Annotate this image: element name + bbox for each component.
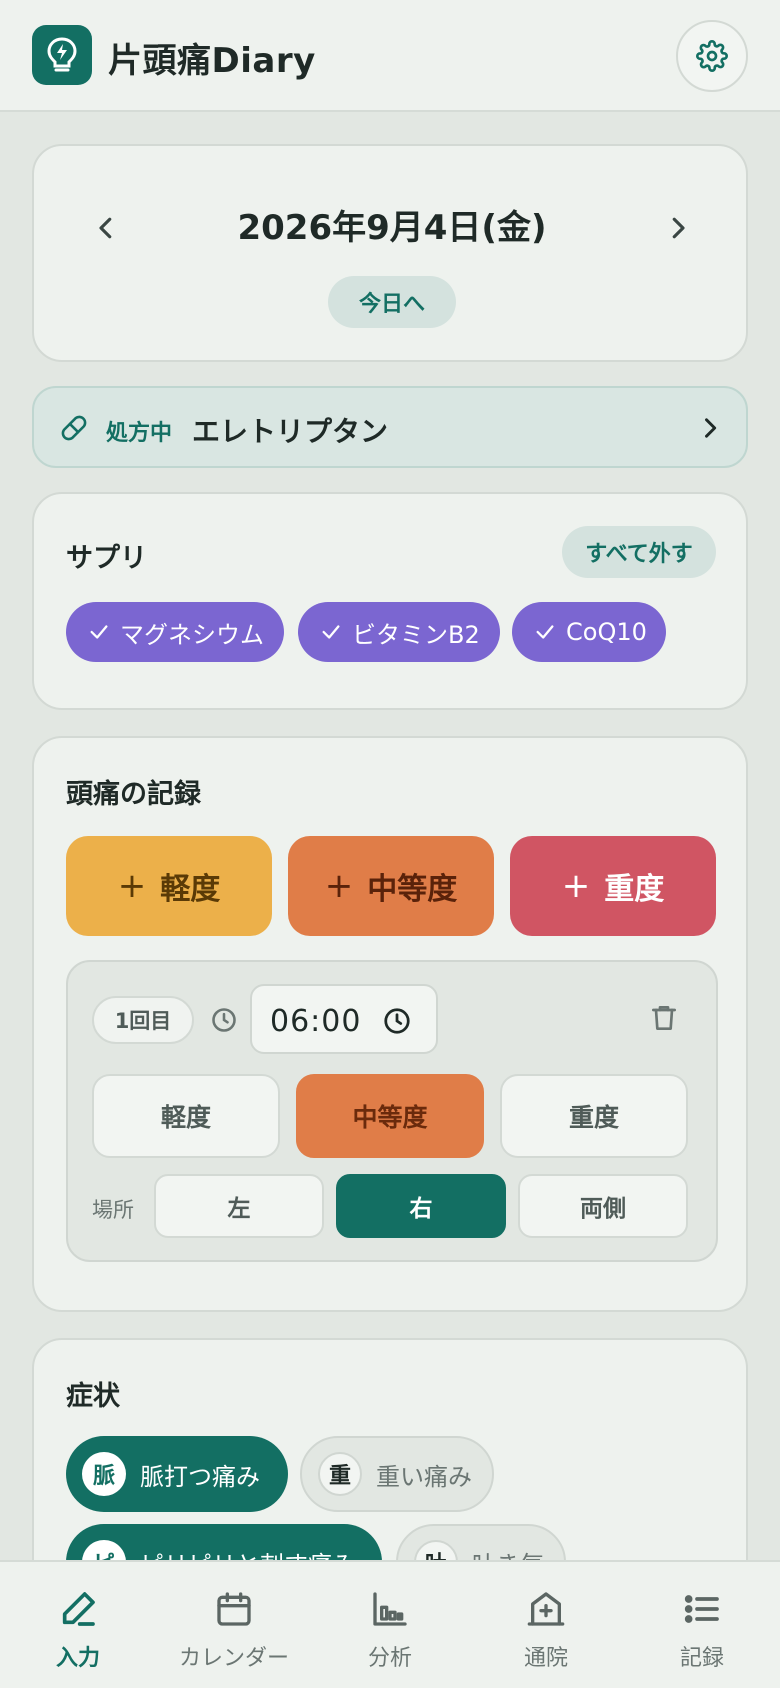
symptom-label: 脈打つ痛み [140, 1462, 260, 1491]
clear-all-supplements-button[interactable]: すべて外す [562, 526, 716, 578]
pill-icon [61, 415, 87, 441]
hospital-icon [527, 1592, 565, 1626]
app-logo [32, 25, 92, 85]
nav-label: 分析 [367, 1646, 412, 1671]
pencil-icon [62, 1592, 95, 1626]
gear-icon [696, 40, 728, 72]
check-icon [88, 621, 110, 643]
nav-records[interactable]: 記録 [624, 1562, 780, 1688]
nav-label: 入力 [55, 1646, 100, 1671]
calendar-icon [217, 1592, 251, 1626]
location-option-right[interactable]: 右 [336, 1174, 506, 1238]
add-button-label: 重度 [604, 872, 665, 907]
app-title: 片頭痛Diary [108, 41, 316, 81]
list-icon [684, 1595, 719, 1623]
plus-icon: + [117, 866, 147, 906]
lightbulb-bolt-icon [47, 37, 77, 72]
next-day-button[interactable] [648, 198, 708, 258]
prescription-drug-name: エレトリプタン [192, 415, 389, 448]
chevron-right-icon [705, 418, 717, 438]
location-option-both[interactable]: 両側 [518, 1174, 688, 1238]
bar-chart-icon [373, 1592, 407, 1626]
nav-hospital[interactable]: 通院 [468, 1562, 624, 1688]
add-button-label: 中等度 [367, 872, 458, 907]
supplements-title: サプリ [66, 543, 147, 574]
headache-record-card: 頭痛の記録 + 軽度 + 中等度 + 重度 1回目 06:00 軽度 中等度 重… [32, 736, 748, 1312]
headache-episode: 1回目 06:00 軽度 中等度 重度 場所 左 右 両側 [66, 960, 718, 1262]
add-severe-headache-button[interactable]: + 重度 [510, 836, 716, 936]
nav-label: 通院 [523, 1646, 568, 1671]
severity-option-mild[interactable]: 軽度 [92, 1074, 280, 1158]
clock-icon [212, 1008, 236, 1032]
severity-option-moderate[interactable]: 中等度 [296, 1074, 484, 1158]
app-header: 片頭痛Diary [0, 0, 780, 112]
symptom-chip[interactable]: 重 重い痛み [300, 1436, 494, 1512]
supplement-label: マグネシウム [120, 620, 264, 649]
supplement-chip[interactable]: マグネシウム [66, 602, 284, 662]
symptom-kanji-badge: 脈 [82, 1452, 126, 1496]
add-moderate-headache-button[interactable]: + 中等度 [288, 836, 494, 936]
episode-time-input[interactable]: 06:00 [250, 984, 438, 1054]
nav-analysis[interactable]: 分析 [312, 1562, 468, 1688]
episode-count-badge: 1回目 [92, 996, 194, 1044]
check-icon [534, 621, 556, 643]
current-date: 2026年9月4日(金) [237, 208, 547, 248]
prescription-tag: 処方中 [106, 421, 173, 446]
chevron-right-icon [672, 217, 685, 239]
today-button[interactable]: 今日へ [328, 276, 456, 328]
check-icon [320, 621, 342, 643]
severity-option-severe[interactable]: 重度 [500, 1074, 688, 1158]
add-button-label: 軽度 [160, 872, 221, 907]
symptoms-title: 症状 [66, 1381, 120, 1412]
bottom-navigation: 入力 カレンダー 分析 通院 記録 [0, 1560, 780, 1688]
supplements-card: サプリ すべて外す マグネシウム ビタミンB2 CoQ10 [32, 492, 748, 710]
plus-icon: + [561, 866, 591, 906]
clock-icon [384, 1008, 410, 1034]
nav-label: 記録 [679, 1646, 724, 1671]
nav-calendar[interactable]: カレンダー [156, 1562, 312, 1688]
settings-button[interactable] [676, 20, 748, 92]
add-mild-headache-button[interactable]: + 軽度 [66, 836, 272, 936]
symptom-label: 重い痛み [376, 1462, 472, 1491]
supplement-chip[interactable]: CoQ10 [512, 602, 666, 662]
supplement-label: CoQ10 [566, 618, 647, 646]
plus-icon: + [324, 866, 354, 906]
symptom-kanji-badge: 重 [318, 1452, 362, 1496]
nav-label: カレンダー [178, 1646, 289, 1671]
nav-input[interactable]: 入力 [0, 1562, 156, 1688]
headache-record-title: 頭痛の記録 [66, 779, 201, 810]
prescription-banner[interactable]: 処方中 エレトリプタン [32, 386, 748, 468]
date-navigator: 2026年9月4日(金) 今日へ [32, 144, 748, 362]
episode-time-value: 06:00 [270, 1004, 362, 1039]
trash-icon[interactable] [648, 1002, 680, 1034]
location-option-left[interactable]: 左 [154, 1174, 324, 1238]
symptom-chip[interactable]: 脈 脈打つ痛み [66, 1436, 288, 1512]
supplement-chip[interactable]: ビタミンB2 [298, 602, 500, 662]
location-label: 場所 [92, 1198, 134, 1222]
supplement-label: ビタミンB2 [352, 620, 480, 649]
